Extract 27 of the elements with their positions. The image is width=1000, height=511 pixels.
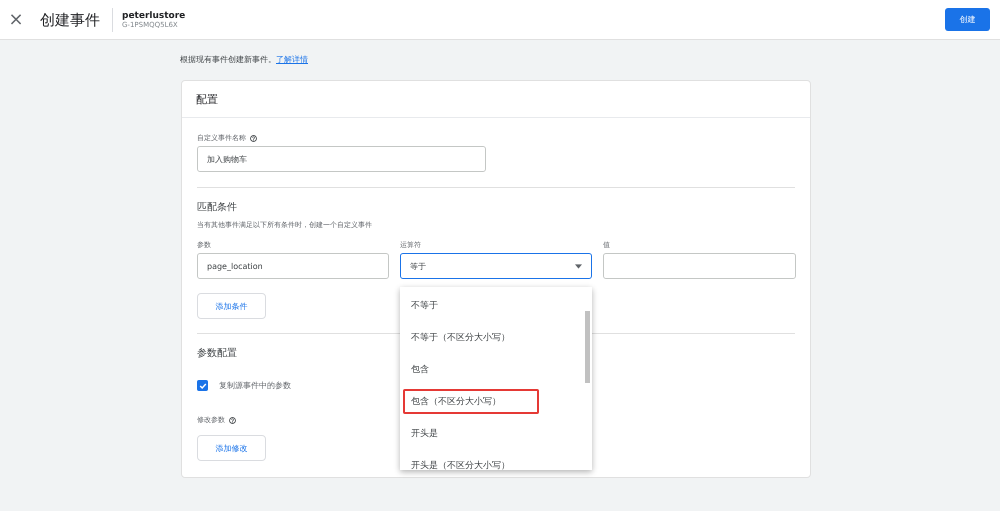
value-field[interactable] [603, 253, 796, 279]
checkbox-label: 复制源事件中的参数 [219, 380, 291, 391]
menu-option[interactable]: 包含（不区分大小写） [403, 388, 539, 414]
section-title: 参数配置 [197, 346, 238, 360]
scrollbar[interactable] [585, 311, 590, 383]
card-title: 配置 [182, 81, 810, 118]
help-icon[interactable] [250, 134, 257, 142]
event-name-field[interactable]: 加入购物车 [197, 146, 486, 172]
menu-option[interactable]: 开头是（不区分大小写） [403, 452, 548, 470]
add-modification-button[interactable]: 添加修改 [197, 435, 266, 461]
section-title: 匹配条件 [197, 201, 238, 214]
parameter-field[interactable]: page_location [197, 253, 389, 279]
add-condition-button[interactable]: 添加条件 [197, 293, 266, 319]
learn-more-link[interactable]: 了解详情 [276, 55, 308, 64]
account-name: peterlustore [122, 10, 186, 20]
close-button[interactable]: × [8, 9, 24, 30]
create-button[interactable]: 创建 [945, 8, 990, 31]
menu-option[interactable]: 不等于（不区分大小写） [403, 324, 548, 350]
menu-option[interactable]: 包含 [403, 356, 467, 382]
menu-option[interactable]: 不等于 [403, 292, 476, 318]
checkbox[interactable] [197, 380, 208, 391]
caret-icon [575, 264, 582, 268]
operator-dropdown[interactable]: 等于 [400, 253, 592, 279]
help-icon[interactable] [229, 416, 236, 424]
intro-text: 根据现有事件创建新事件。了解详情 [180, 54, 309, 65]
menu-option[interactable]: 开头是 [403, 420, 476, 446]
page-title: 创建事件 [40, 8, 113, 32]
